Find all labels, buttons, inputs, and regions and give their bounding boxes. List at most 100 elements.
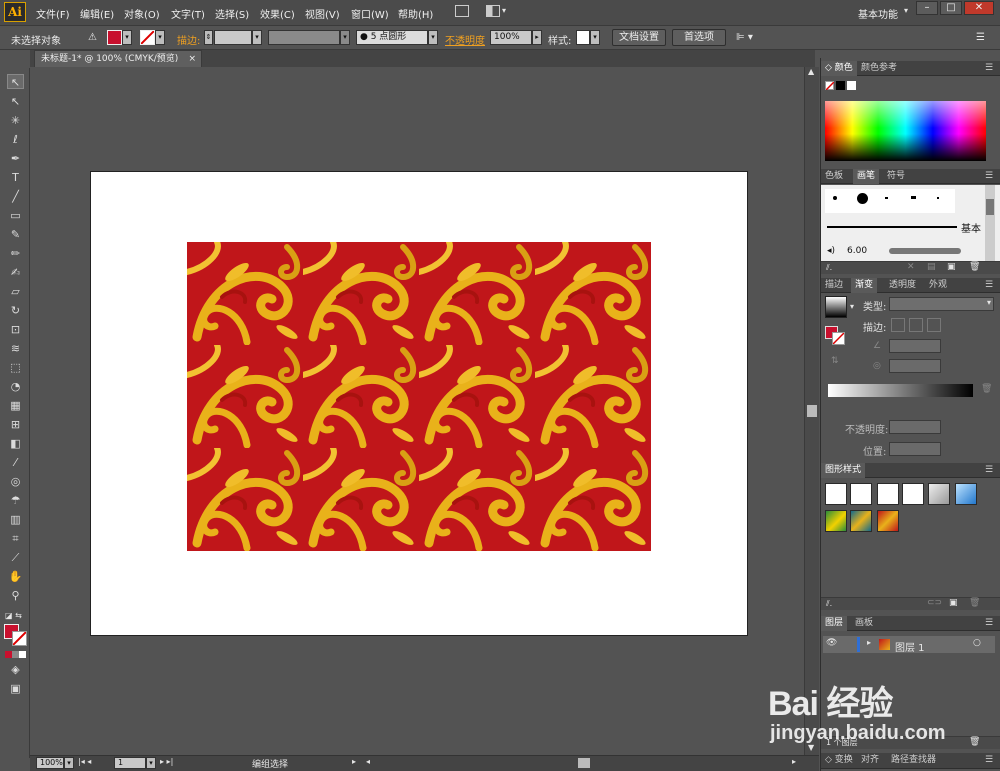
aspect-ratio-field[interactable] bbox=[889, 359, 941, 373]
reverse-gradient-icon[interactable]: ⇅ bbox=[831, 356, 839, 366]
artboard-number-field[interactable]: 1 bbox=[114, 757, 146, 769]
white-swatch[interactable] bbox=[847, 81, 856, 90]
rotate-tool-icon[interactable]: ↻ bbox=[7, 303, 24, 318]
gradient-stroke-icon[interactable] bbox=[832, 332, 845, 345]
gradient-type-select[interactable]: ▾ bbox=[889, 297, 994, 311]
tab-appearance[interactable]: 外观 bbox=[925, 278, 951, 293]
tab-transparency[interactable]: 透明度 bbox=[885, 278, 920, 293]
brush-library-icon[interactable]: ⫽. bbox=[826, 263, 832, 273]
brush-calligraphic-3[interactable] bbox=[937, 197, 939, 199]
stroke-gradient-across-icon[interactable] bbox=[927, 318, 941, 332]
vertical-scrollbar[interactable]: ▲ ▼ bbox=[804, 67, 819, 755]
workspace-switcher[interactable]: 基本功能 bbox=[858, 6, 898, 21]
stroke-label[interactable]: 描边: bbox=[177, 32, 200, 47]
status-menu-icon[interactable]: ▸ bbox=[352, 757, 356, 766]
graphic-style-swatch[interactable] bbox=[576, 30, 590, 45]
stroke-gradient-along-icon[interactable] bbox=[909, 318, 923, 332]
tab-swatches[interactable]: 色板 bbox=[821, 169, 847, 184]
scroll-thumb[interactable] bbox=[807, 405, 817, 417]
style-red-gold-pattern[interactable] bbox=[877, 510, 899, 532]
menu-help[interactable]: 帮助(H) bbox=[398, 6, 433, 21]
bridge-icon[interactable] bbox=[455, 5, 469, 17]
scale-tool-icon[interactable]: ⊡ bbox=[7, 322, 24, 337]
perspective-grid-tool-icon[interactable]: ▦ bbox=[7, 398, 24, 413]
screen-mode-icon[interactable]: ▣ bbox=[7, 681, 24, 696]
style-green-pattern[interactable] bbox=[825, 510, 847, 532]
drawing-mode-icon[interactable]: ◈ bbox=[7, 662, 24, 677]
variable-width-profile[interactable] bbox=[268, 30, 340, 45]
visibility-eye-icon[interactable]: 👁 bbox=[826, 638, 837, 648]
panel-menu-icon[interactable]: ☰ bbox=[981, 463, 997, 478]
panel-menu-icon[interactable]: ☰ bbox=[981, 616, 997, 631]
style-outline[interactable] bbox=[902, 483, 924, 505]
brush-calligraphic-2[interactable] bbox=[911, 196, 916, 199]
profile-dropdown[interactable]: ▾ bbox=[340, 30, 350, 45]
expand-layer-icon[interactable]: ▸ bbox=[867, 638, 871, 647]
scroll-left-icon[interactable]: ◂ bbox=[366, 757, 370, 766]
style-gray-gradient[interactable] bbox=[928, 483, 950, 505]
eraser-tool-icon[interactable]: ▱ bbox=[7, 284, 24, 299]
brush-dot-small[interactable] bbox=[833, 196, 837, 200]
remove-brush-stroke-icon[interactable]: ✕ bbox=[907, 262, 915, 272]
color-mode-icons[interactable] bbox=[5, 651, 26, 658]
break-link-icon[interactable]: ⊂⊃ bbox=[927, 598, 942, 608]
target-icon[interactable]: ○ bbox=[973, 638, 981, 648]
zoom-tool-icon[interactable]: ⚲ bbox=[7, 588, 24, 603]
style-white[interactable] bbox=[877, 483, 899, 505]
arrange-documents-icon[interactable] bbox=[486, 5, 500, 17]
tab-brushes[interactable]: 画笔 bbox=[853, 169, 880, 184]
document-tab[interactable]: 未标题-1* @ 100% (CMYK/预览) × bbox=[34, 50, 202, 67]
menu-file[interactable]: 文件(F) bbox=[36, 6, 70, 21]
menu-edit[interactable]: 编辑(E) bbox=[80, 6, 114, 21]
stroke-color-icon[interactable] bbox=[12, 631, 27, 646]
tab-artboards[interactable]: 画板 bbox=[851, 616, 877, 631]
none-swatch-icon[interactable] bbox=[825, 81, 835, 91]
slice-tool-icon[interactable]: ⟋ bbox=[7, 550, 24, 565]
layer-name[interactable]: 图层 1 bbox=[895, 639, 925, 654]
mesh-tool-icon[interactable]: ⊞ bbox=[7, 417, 24, 432]
delete-stop-icon[interactable]: 🗑 bbox=[981, 384, 992, 394]
tab-color-guide[interactable]: 颜色参考 bbox=[857, 61, 901, 76]
blob-brush-tool-icon[interactable]: ✍ bbox=[7, 265, 24, 280]
fill-dropdown[interactable]: ▾ bbox=[122, 30, 132, 45]
stroke-dropdown[interactable]: ▾ bbox=[155, 30, 165, 45]
blend-tool-icon[interactable]: ◎ bbox=[7, 474, 24, 489]
opacity-dropdown[interactable]: ▸ bbox=[532, 30, 542, 45]
minimize-button[interactable]: – bbox=[916, 1, 938, 15]
basic-brush-line[interactable] bbox=[827, 226, 957, 228]
opacity-field[interactable]: 100% bbox=[490, 30, 532, 45]
line-tool-icon[interactable]: ╱ bbox=[7, 189, 24, 204]
brush-options-icon[interactable]: ▤ bbox=[927, 262, 936, 272]
gradient-slider[interactable] bbox=[828, 384, 973, 397]
black-swatch[interactable] bbox=[836, 81, 845, 90]
symbol-sprayer-tool-icon[interactable]: ☂ bbox=[7, 493, 24, 508]
brush-dropdown[interactable]: ▾ bbox=[428, 30, 438, 45]
layer-row[interactable]: 👁 ▸ 图层 1 ○ bbox=[823, 636, 995, 654]
shape-builder-tool-icon[interactable]: ◔ bbox=[7, 379, 24, 394]
default-colors-icon[interactable]: ◪ ⇆ bbox=[5, 611, 22, 620]
stroke-gradient-within-icon[interactable] bbox=[891, 318, 905, 332]
gradient-opacity-field[interactable] bbox=[889, 420, 941, 434]
pencil-tool-icon[interactable]: ✏ bbox=[7, 246, 24, 261]
menu-select[interactable]: 选择(S) bbox=[215, 6, 249, 21]
maximize-button[interactable]: □ bbox=[940, 1, 962, 15]
panel-menu-icon[interactable]: ☰ bbox=[981, 278, 997, 293]
warp-tool-icon[interactable]: ≋ bbox=[7, 341, 24, 356]
style-default[interactable] bbox=[825, 483, 847, 505]
preferences-button[interactable]: 首选项 bbox=[672, 29, 726, 46]
new-style-icon[interactable]: ▣ bbox=[949, 598, 958, 608]
tab-graphic-styles[interactable]: 图形样式 bbox=[821, 463, 866, 478]
brushes-scrollbar[interactable] bbox=[985, 185, 995, 261]
menu-type[interactable]: 文字(T) bbox=[171, 6, 205, 21]
paintbrush-tool-icon[interactable]: ✎ bbox=[7, 227, 24, 242]
hand-tool-icon[interactable]: ✋ bbox=[7, 569, 24, 584]
pen-tool-icon[interactable]: ✒ bbox=[7, 151, 24, 166]
artboard-dropdown[interactable]: ▾ bbox=[146, 757, 156, 769]
align-icon[interactable]: ⊫ ▾ bbox=[736, 32, 753, 43]
selection-tool-icon[interactable]: ↖ bbox=[7, 74, 24, 89]
pattern-artwork[interactable] bbox=[187, 242, 651, 551]
tab-stroke[interactable]: 描边 bbox=[821, 278, 847, 293]
horizontal-scroll-thumb[interactable] bbox=[578, 758, 590, 768]
column-graph-tool-icon[interactable]: ▥ bbox=[7, 512, 24, 527]
artboard-tool-icon[interactable]: ⌗ bbox=[7, 531, 24, 546]
